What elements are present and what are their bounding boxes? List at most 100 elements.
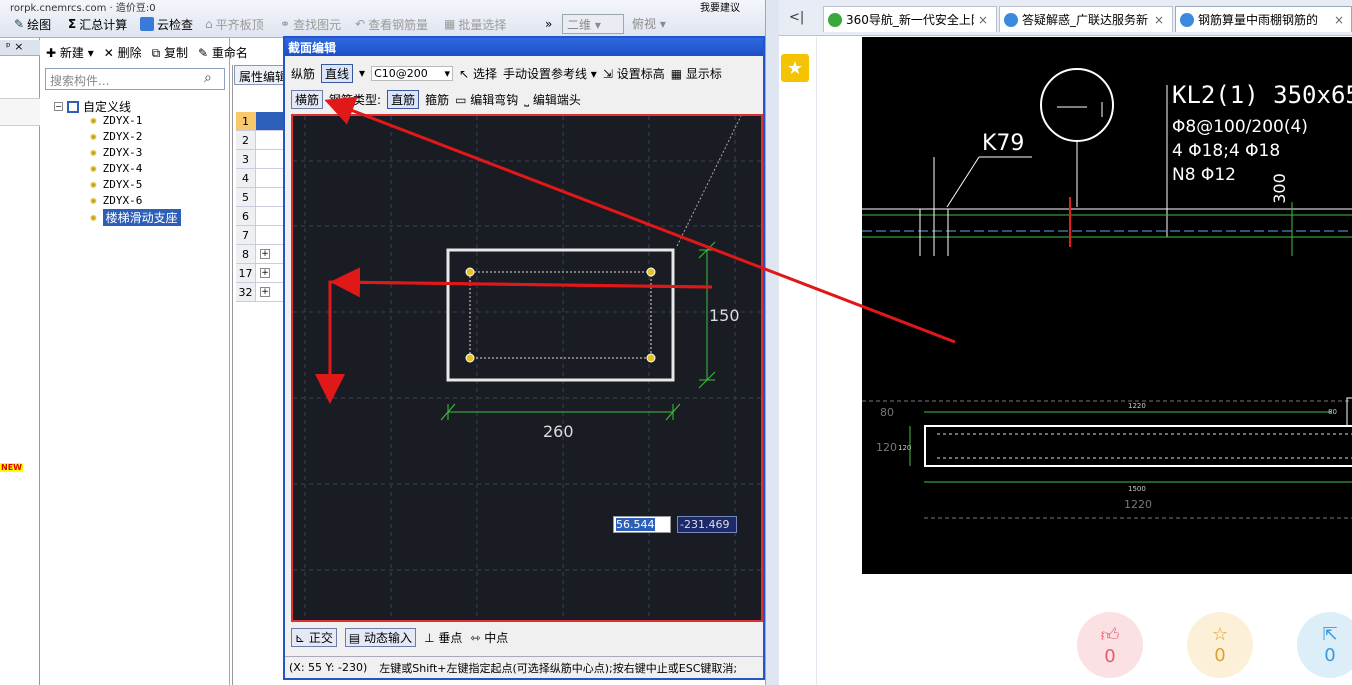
line-dropdown-icon[interactable]: ▾ xyxy=(359,66,365,80)
batch-select-button[interactable]: ▦ 批量选择 xyxy=(444,14,506,34)
manual-ref-button[interactable]: 手动设置参考线 ▾ xyxy=(503,65,597,82)
tree-item[interactable]: ✺ ZDYX-5 xyxy=(90,178,142,191)
dim-120: 120 xyxy=(876,441,897,454)
tree-item-selected[interactable]: ✺ 楼梯滑动支座 xyxy=(90,209,181,226)
transverse-button[interactable]: 横筋 xyxy=(291,89,324,109)
like-button[interactable]: 👍︎ 0 xyxy=(1077,612,1143,678)
star-icon[interactable]: ★ xyxy=(781,54,809,82)
section-drawing xyxy=(293,116,761,620)
tag-label: K79 xyxy=(982,131,1025,156)
left-dock-panel: ᵖ × NEW xyxy=(0,38,40,685)
draw-button[interactable]: ✎ 绘图 xyxy=(14,14,51,34)
tree-item[interactable]: ✺ ZDYX-4 xyxy=(90,162,142,175)
table-row[interactable]: 2 xyxy=(236,131,284,150)
dialog-toolbar-1: 纵筋 直线 ▾ C10@200 ▾ ↖ 选择 手动设置参考线 ▾ ⇲ 设置标高 … xyxy=(291,62,722,84)
view-2d-select[interactable]: 二维 ▾ xyxy=(562,14,624,34)
perpendicular-button[interactable]: ⊥ 垂点 xyxy=(424,629,462,646)
gear-icon: ✺ xyxy=(90,146,97,159)
stirrup-button[interactable]: 箍筋 xyxy=(425,91,449,108)
gear-icon: ✺ xyxy=(90,211,97,224)
tree-item[interactable]: ✺ ZDYX-2 xyxy=(90,130,142,143)
ortho-button[interactable]: ⊾ 正交 xyxy=(291,627,337,647)
new-button[interactable]: ✚ 新建 ▾ xyxy=(46,44,94,61)
table-row[interactable]: 5 xyxy=(236,188,284,207)
dialog-title[interactable]: 截面编辑 xyxy=(285,38,763,56)
select-button[interactable]: ↖ 选择 xyxy=(459,65,497,82)
edit-hook-button[interactable]: ▭ 编辑弯钩 xyxy=(455,91,518,108)
cad-image-beam: KL2(1) 350x650 Φ8@100/200(4) 4 Φ18;4 Φ18… xyxy=(862,37,1352,257)
expand-icon[interactable]: + xyxy=(260,287,270,297)
tree-item[interactable]: ✺ ZDYX-6 xyxy=(90,194,142,207)
height-label: 300 xyxy=(1269,173,1289,204)
window-divider[interactable] xyxy=(765,0,779,685)
cloud-check-button[interactable]: 云检查 xyxy=(140,14,193,34)
midpoint-button[interactable]: ⇿ 中点 xyxy=(470,629,508,646)
tree-item[interactable]: ✺ ZDYX-3 xyxy=(90,146,142,159)
search-icon[interactable]: ⌕ xyxy=(204,70,222,88)
status-bar: (X: 55 Y: -230) 左键或Shift+左键指定起点(可选择纵筋中心点… xyxy=(285,656,763,678)
thumbs-up-icon: 👍︎ xyxy=(1100,624,1120,646)
expand-icon[interactable]: + xyxy=(260,249,270,259)
line-mode-button[interactable]: 直线 xyxy=(321,63,354,83)
tab-360[interactable]: 360导航_新一代安全上网 × xyxy=(823,6,997,32)
left-dock-header[interactable]: ᵖ × xyxy=(0,40,40,56)
back-icon[interactable]: <| xyxy=(789,10,804,25)
table-row[interactable]: 6 xyxy=(236,207,284,226)
browser-tab-bar: <| 360导航_新一代安全上网 × 答疑解惑_广联达服务新 × 钢筋算量中雨棚钢筋… xyxy=(779,0,1352,36)
edit-end-button[interactable]: ⎵ 编辑端头 xyxy=(524,91,581,108)
star-outline-icon: ☆ xyxy=(1211,624,1229,645)
gear-icon: ✺ xyxy=(90,162,97,175)
suggest-link[interactable]: 我要建议 xyxy=(700,0,740,14)
coord-y-input[interactable]: -231.469 xyxy=(677,516,737,533)
tab-glodon[interactable]: 答疑解惑_广联达服务新 × xyxy=(999,6,1173,32)
collapse-icon[interactable]: − xyxy=(54,102,63,111)
table-row[interactable]: 8 + xyxy=(236,245,284,264)
table-row[interactable]: 17 + xyxy=(236,264,284,283)
coord-x-input[interactable]: 56.544 xyxy=(613,516,671,533)
table-row[interactable]: 4 xyxy=(236,169,284,188)
ie-icon xyxy=(1180,12,1194,27)
favorite-button[interactable]: ☆ 0 xyxy=(1187,612,1253,678)
grid-icon: ▦ xyxy=(444,17,456,31)
flush-top-button[interactable]: ⌂ 平齐板顶 xyxy=(205,14,264,34)
beam-label: KL2(1) 350x650 xyxy=(1172,81,1352,109)
tab-property-edit[interactable]: 属性编辑 xyxy=(234,65,286,85)
tree-item[interactable]: ✺ ZDYX-1 xyxy=(90,114,142,127)
dim-1220-top: 1220 xyxy=(1128,402,1146,410)
table-row[interactable]: 7 xyxy=(236,226,284,245)
tab-rebar[interactable]: 钢筋算量中雨棚钢筋的 × xyxy=(1175,6,1352,32)
search-input[interactable]: 搜索构件... xyxy=(45,68,225,90)
set-elevation-button[interactable]: ⇲ 设置标高 xyxy=(603,65,665,82)
bar-type-label: 钢筋类型: xyxy=(329,92,382,107)
dynamic-input-button[interactable]: ▤ 动态输入 xyxy=(344,627,417,647)
height-dimension: 150 xyxy=(709,306,740,325)
binoculars-icon: ⚭ xyxy=(280,17,291,31)
display-button[interactable]: ▦ 显示标 xyxy=(671,65,722,82)
close-icon[interactable]: × xyxy=(978,13,988,27)
tree-root-node[interactable]: − 自定义线 xyxy=(54,98,131,115)
rebar-icon: ↶ xyxy=(355,17,366,31)
find-element-button[interactable]: ⚭ 查找图元 xyxy=(280,14,341,34)
straight-bar-button[interactable]: 直筋 xyxy=(387,89,420,109)
toolbar-overflow-icon[interactable]: » xyxy=(545,14,552,34)
copy-button[interactable]: ⧉ 复制 xyxy=(152,44,188,61)
side-bar-spec: N8 Φ12 xyxy=(1172,165,1236,185)
rename-button[interactable]: ✎ 重命名 xyxy=(198,44,248,61)
draw-icon: ✎ xyxy=(14,17,25,31)
section-canvas[interactable]: 260 150 56.544 -231.469 xyxy=(291,114,763,622)
gear-icon: ✺ xyxy=(90,114,97,127)
delete-button[interactable]: ✕ 删除 xyxy=(104,44,142,61)
width-dimension: 260 xyxy=(543,422,574,441)
close-icon[interactable]: × xyxy=(1334,13,1344,27)
table-row[interactable]: 32 + xyxy=(236,283,284,302)
expand-icon[interactable]: + xyxy=(260,268,270,278)
sigma-icon: Σ xyxy=(68,17,77,31)
table-row[interactable]: 1 xyxy=(236,112,284,131)
view-rebar-button[interactable]: ↶ 查看钢筋量 xyxy=(355,14,428,34)
view-top-select[interactable]: 俯视 ▾ xyxy=(628,14,688,34)
table-row[interactable]: 3 xyxy=(236,150,284,169)
rebar-spec-select[interactable]: C10@200 ▾ xyxy=(371,65,454,81)
check-icon xyxy=(140,17,154,31)
close-icon[interactable]: × xyxy=(1154,13,1164,27)
summary-calc-button[interactable]: Σ 汇总计算 xyxy=(68,14,127,34)
